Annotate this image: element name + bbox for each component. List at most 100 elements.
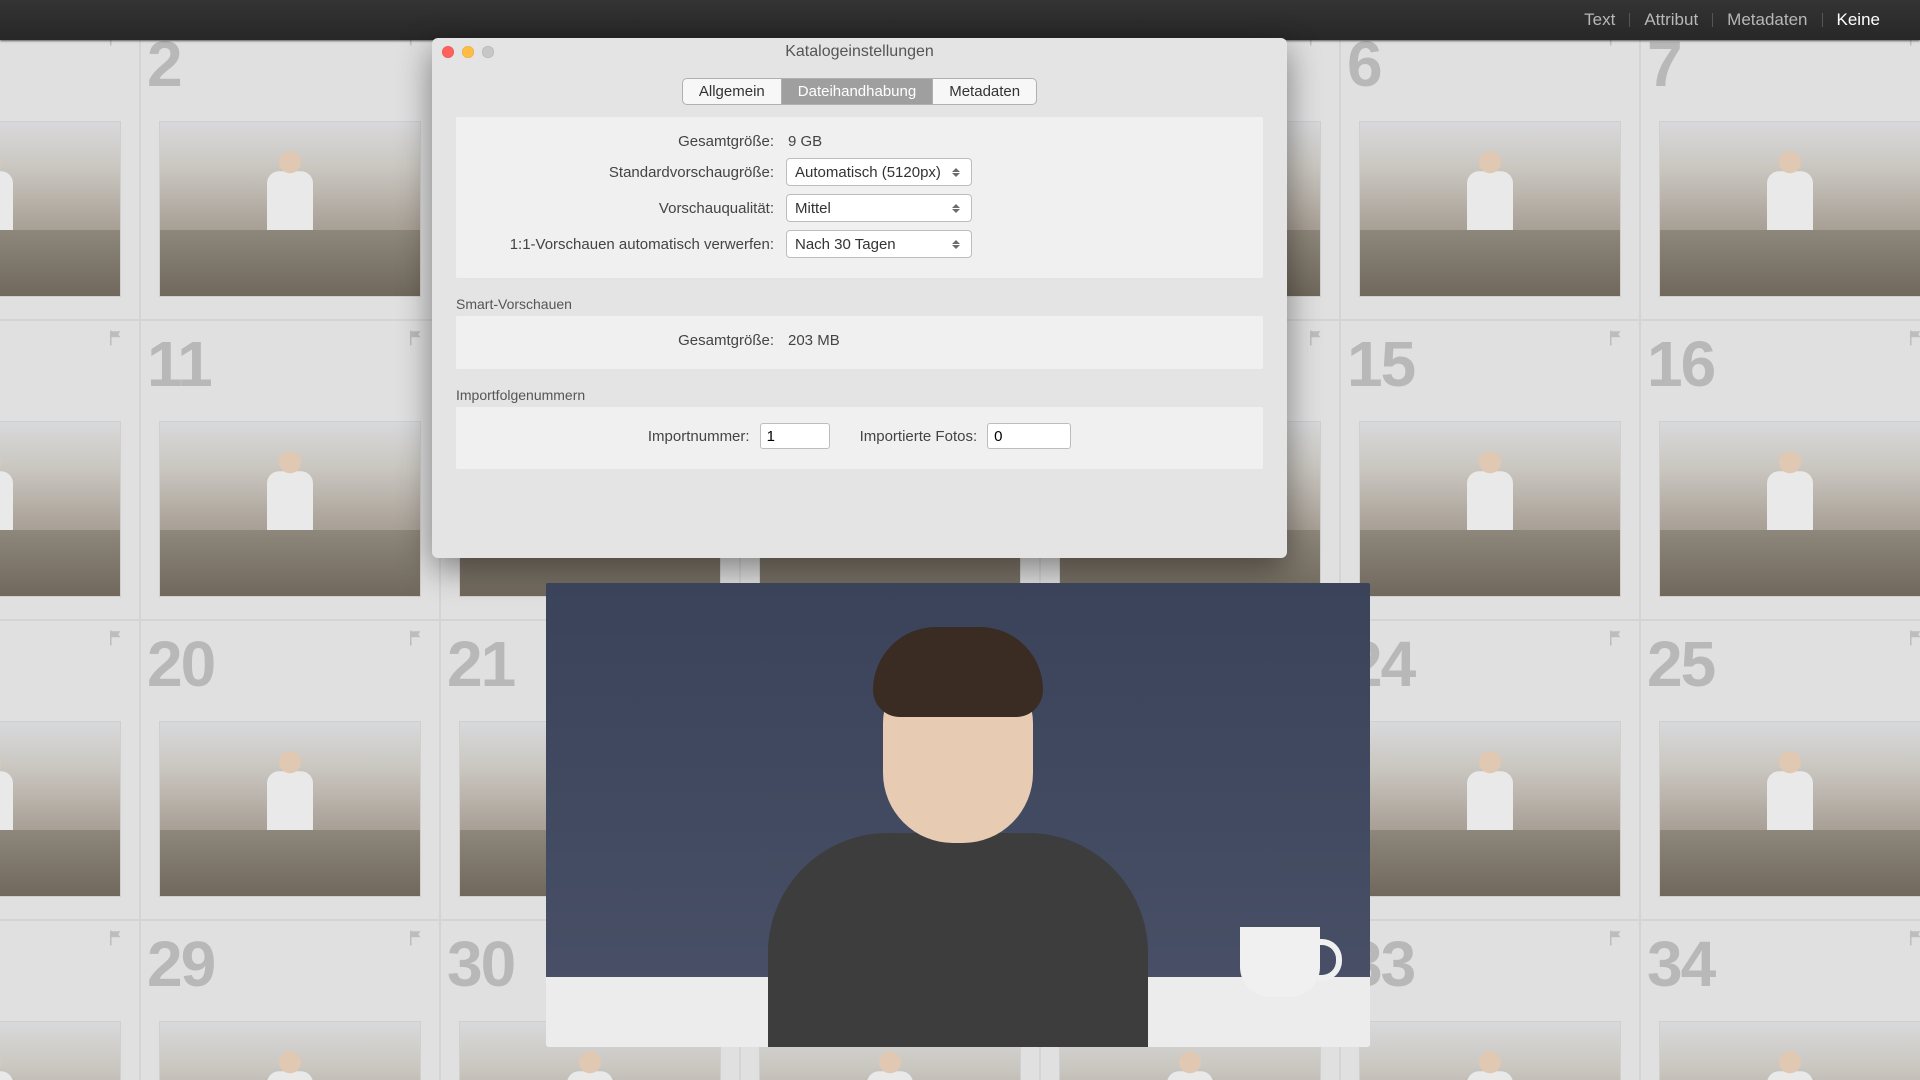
std-preview-size-value: Automatisch (5120px) <box>795 164 947 181</box>
thumbnail-image[interactable] <box>159 721 421 897</box>
imported-photos-input[interactable] <box>987 423 1071 449</box>
tabbar: Allgemein Dateihandhabung Metadaten <box>432 78 1287 105</box>
thumbnail-cell[interactable]: 34 <box>1640 920 1920 1080</box>
cell-index: 6 <box>1347 40 1381 101</box>
thumbnail-cell[interactable]: 11 <box>140 320 440 620</box>
total-size-label: Gesamtgröße: <box>474 133 774 150</box>
cell-index: 30 <box>447 927 514 1001</box>
thumbnail-image[interactable] <box>1359 421 1621 597</box>
chevron-updown-icon <box>947 236 965 253</box>
import-seq-panel: Importnummer: Importierte Fotos: <box>456 407 1263 469</box>
preview-quality-select[interactable]: Mittel <box>786 194 972 222</box>
fullscreen-icon <box>482 46 494 58</box>
smart-size-label: Gesamtgröße: <box>474 332 774 349</box>
smart-previews-label: Smart-Vorschauen <box>456 296 1263 312</box>
thumbnail-image[interactable] <box>1359 721 1621 897</box>
import-seq-label: Importfolgenummern <box>456 387 1263 403</box>
imported-photos-label: Importierte Fotos: <box>860 428 978 445</box>
thumbnail-image[interactable] <box>0 1021 121 1080</box>
thumbnail-image[interactable] <box>159 121 421 297</box>
dialog-title: Katalogeinstellungen <box>432 43 1287 61</box>
flag-icon[interactable] <box>1607 629 1625 647</box>
thumbnail-cell[interactable]: 29 <box>140 920 440 1080</box>
thumbnail-image[interactable] <box>1659 121 1920 297</box>
total-size-value: 9 GB <box>786 133 822 150</box>
library-filter-bar: Text Attribut Metadaten Keine <box>0 0 1920 40</box>
flag-icon[interactable] <box>1307 329 1325 347</box>
flag-icon[interactable] <box>107 629 125 647</box>
thumbnail-cell[interactable]: 19 <box>0 620 140 920</box>
presenter-webcam-overlay <box>546 583 1370 1047</box>
catalog-settings-dialog: Katalogeinstellungen Allgemein Dateihand… <box>432 38 1287 558</box>
tab-allgemein[interactable]: Allgemein <box>682 78 781 105</box>
thumbnail-image[interactable] <box>0 421 121 597</box>
thumbnail-image[interactable] <box>0 121 121 297</box>
flag-icon[interactable] <box>1607 40 1625 47</box>
thumbnail-cell[interactable]: 7 <box>1640 40 1920 320</box>
thumbnail-image[interactable] <box>1659 1021 1920 1080</box>
chevron-updown-icon <box>947 164 965 181</box>
filter-metadata[interactable]: Metadaten <box>1727 10 1807 30</box>
cell-index: 29 <box>147 927 214 1001</box>
flag-icon[interactable] <box>407 929 425 947</box>
flag-icon[interactable] <box>407 629 425 647</box>
thumbnail-image[interactable] <box>1359 1021 1621 1080</box>
flag-icon[interactable] <box>1607 929 1625 947</box>
cell-index: 2 <box>147 40 181 101</box>
thumbnail-cell[interactable]: 24 <box>1340 620 1640 920</box>
filter-text[interactable]: Text <box>1584 10 1615 30</box>
smart-size-value: 203 MB <box>786 332 840 349</box>
thumbnail-image[interactable] <box>1359 121 1621 297</box>
thumbnail-cell[interactable]: 6 <box>1340 40 1640 320</box>
cell-index: 16 <box>1647 327 1714 401</box>
flag-icon[interactable] <box>407 40 425 47</box>
flag-icon[interactable] <box>1607 329 1625 347</box>
flag-icon[interactable] <box>1907 40 1920 47</box>
thumbnail-cell[interactable]: 16 <box>1640 320 1920 620</box>
thumbnail-image[interactable] <box>0 721 121 897</box>
thumbnail-image[interactable] <box>159 1021 421 1080</box>
thumbnail-cell[interactable]: 33 <box>1340 920 1640 1080</box>
close-icon[interactable] <box>442 46 454 58</box>
import-number-input[interactable] <box>760 423 830 449</box>
flag-icon[interactable] <box>1307 40 1325 47</box>
thumbnail-cell[interactable]: 28 <box>0 920 140 1080</box>
thumbnail-image[interactable] <box>1659 721 1920 897</box>
discard-11-value: Nach 30 Tagen <box>795 236 947 253</box>
std-preview-size-label: Standardvorschaugröße: <box>474 164 774 181</box>
previews-panel: Gesamtgröße: 9 GB Standardvorschaugröße:… <box>456 117 1263 278</box>
discard-11-select[interactable]: Nach 30 Tagen <box>786 230 972 258</box>
thumbnail-image[interactable] <box>159 421 421 597</box>
thumbnail-cell[interactable]: 10 <box>0 320 140 620</box>
thumbnail-image[interactable] <box>1659 421 1920 597</box>
flag-icon[interactable] <box>1907 929 1920 947</box>
preview-quality-label: Vorschauqualität: <box>474 200 774 217</box>
minimize-icon[interactable] <box>462 46 474 58</box>
separator-icon <box>1629 13 1630 27</box>
thumbnail-cell[interactable]: 20 <box>140 620 440 920</box>
thumbnail-cell[interactable]: 2 <box>140 40 440 320</box>
separator-icon <box>1712 13 1713 27</box>
thumbnail-cell[interactable]: 25 <box>1640 620 1920 920</box>
import-number-label: Importnummer: <box>648 428 750 445</box>
flag-icon[interactable] <box>107 929 125 947</box>
filter-none[interactable]: Keine <box>1837 10 1880 30</box>
tab-metadaten[interactable]: Metadaten <box>933 78 1037 105</box>
thumbnail-cell[interactable]: 1 <box>0 40 140 320</box>
flag-icon[interactable] <box>407 329 425 347</box>
std-preview-size-select[interactable]: Automatisch (5120px) <box>786 158 972 186</box>
titlebar: Katalogeinstellungen <box>432 38 1287 66</box>
flag-icon[interactable] <box>1907 629 1920 647</box>
filter-attribute[interactable]: Attribut <box>1644 10 1698 30</box>
cell-index: 15 <box>1347 327 1414 401</box>
flag-icon[interactable] <box>1907 329 1920 347</box>
cell-index: 25 <box>1647 627 1714 701</box>
flag-icon[interactable] <box>107 40 125 47</box>
chevron-updown-icon <box>947 200 965 217</box>
flag-icon[interactable] <box>107 329 125 347</box>
tab-dateihandhabung[interactable]: Dateihandhabung <box>781 78 933 105</box>
cell-index: 21 <box>447 627 514 701</box>
separator-icon <box>1822 13 1823 27</box>
cell-index: 7 <box>1647 40 1681 101</box>
thumbnail-cell[interactable]: 15 <box>1340 320 1640 620</box>
